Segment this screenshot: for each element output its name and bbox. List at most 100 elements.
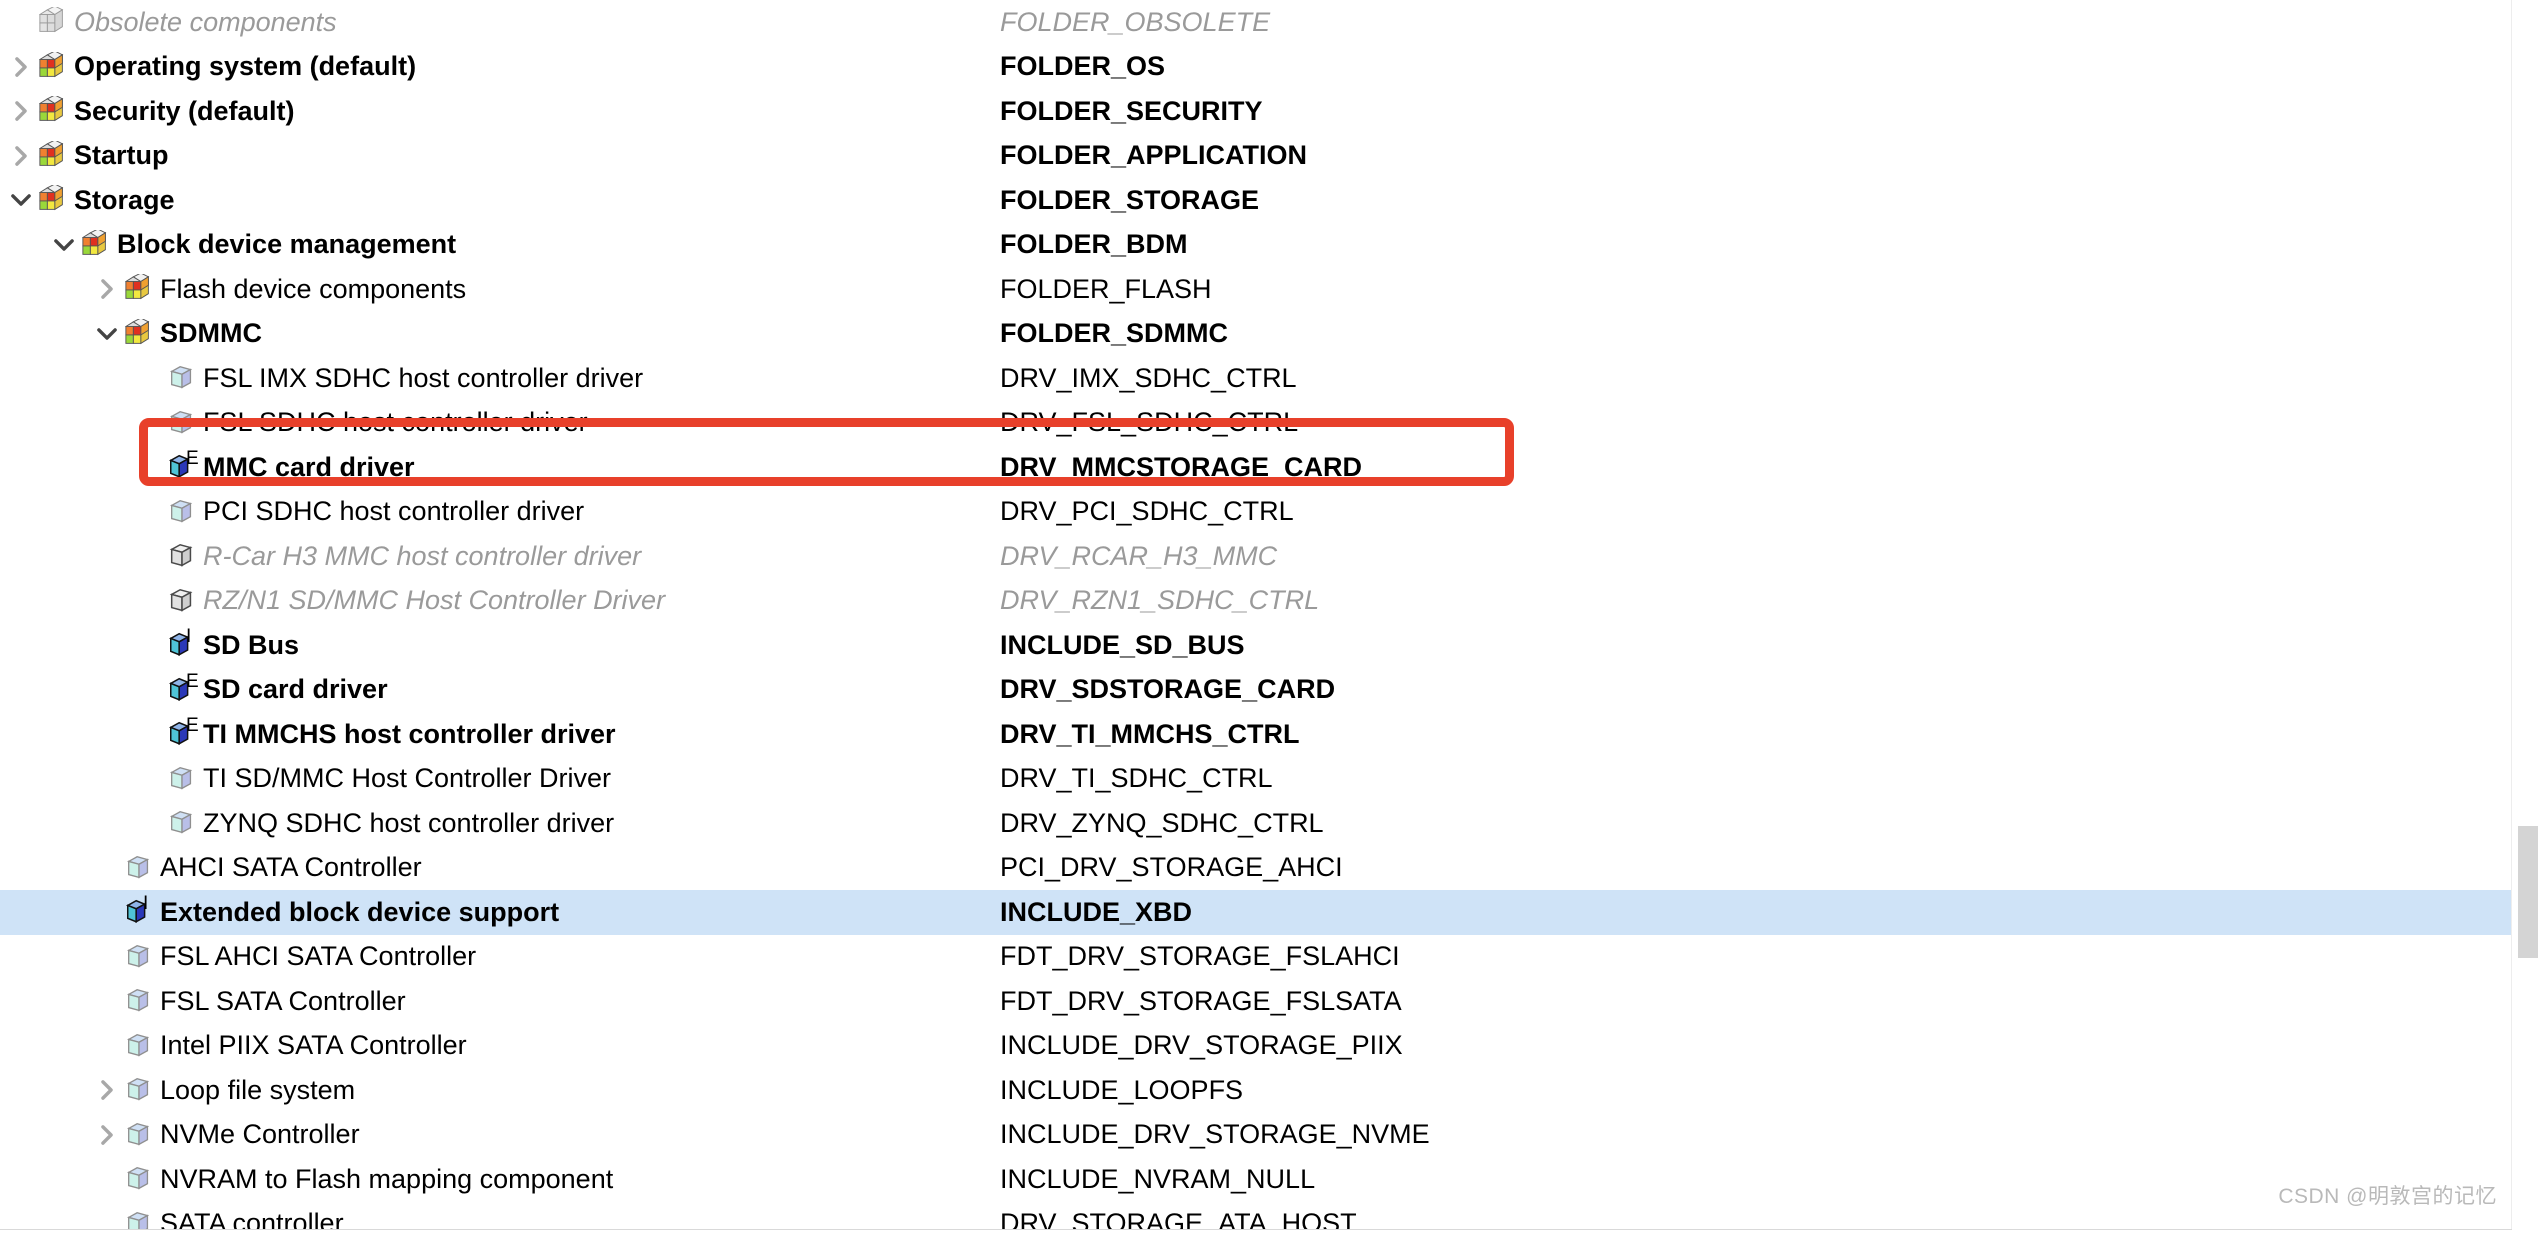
tree-row[interactable]: E TI MMCHS host controller driver DRV_TI_M… (0, 712, 2512, 757)
tree-row[interactable]: FSL IMX SDHC host controller driver DRV_I… (0, 356, 2512, 401)
tree-row-macro: INCLUDE_NVRAM_NULL (1000, 1163, 1316, 1194)
tree-row-label: Security (default) (74, 95, 295, 126)
tree-row-name-cell[interactable]: I SD Bus (0, 623, 1000, 668)
tree-row-macro: FOLDER_FLASH (1000, 273, 1212, 304)
horizontal-scrollbar[interactable] (0, 1229, 2512, 1240)
tree-row-name-cell[interactable]: E MMC card driver (0, 445, 1000, 490)
tree-row[interactable]: AHCI SATA Controller PCI_DRV_STORAGE_AHCI (0, 846, 2512, 891)
tree-row-macro: FDT_DRV_STORAGE_FSLSATA (1000, 985, 1402, 1016)
tree-row-label: Operating system (default) (74, 51, 417, 82)
tree-row[interactable]: I Extended block device support INCLUDE_XB… (0, 890, 2512, 935)
tree-row[interactable]: PCI SDHC host controller driver DRV_PCI_S… (0, 490, 2512, 535)
tree-row-macro: DRV_RCAR_H3_MMC (1000, 540, 1278, 571)
tree-row[interactable]: E SD card driver DRV_SDSTORAGE_CARD (0, 668, 2512, 713)
tree-row-name-cell[interactable]: RZ/N1 SD/MMC Host Controller Driver (0, 579, 1000, 624)
component-cube-icon-disabled (167, 586, 197, 616)
tree-row-label: R-Car H3 MMC host controller driver (203, 540, 642, 571)
tree-row[interactable]: E MMC card driver DRV_MMCSTORAGE_CARD (0, 445, 2512, 490)
tree-row[interactable]: FSL SDHC host controller driver DRV_FSL_S… (0, 401, 2512, 446)
tree-row-macro: FOLDER_STORAGE (1000, 184, 1260, 215)
chevron-right-icon[interactable] (8, 143, 34, 169)
folder-cube-icon (38, 183, 68, 215)
component-cube-icon (124, 942, 154, 972)
tree-row-name-cell[interactable]: PCI SDHC host controller driver (0, 490, 1000, 535)
tree-row[interactable]: TI SD/MMC Host Controller Driver DRV_TI_S… (0, 757, 2512, 802)
tree-row-name-cell[interactable]: FSL AHCI SATA Controller (0, 935, 1000, 980)
tree-row-name-cell[interactable]: Flash device components (0, 267, 1000, 312)
chevron-down-icon[interactable] (8, 187, 34, 213)
tree-row-macro: INCLUDE_DRV_STORAGE_PIIX (1000, 1030, 1403, 1061)
folder-cube-icon (38, 50, 68, 82)
tree-row[interactable]: NVRAM to Flash mapping component INCLUDE_… (0, 1157, 2512, 1202)
tree-row[interactable]: RZ/N1 SD/MMC Host Controller Driver DRV_R… (0, 579, 2512, 624)
tree-row-name-cell[interactable]: AHCI SATA Controller (0, 846, 1000, 891)
tree-row[interactable]: Storage FOLDER_STORAGE (0, 178, 2512, 223)
tree-row-label: Obsolete components (74, 6, 337, 37)
chevron-right-icon[interactable] (94, 276, 120, 302)
tree-row-name-cell[interactable]: FSL SDHC host controller driver (0, 401, 1000, 446)
tree-row-label: RZ/N1 SD/MMC Host Controller Driver (203, 585, 666, 616)
component-cube-icon (124, 1120, 154, 1150)
tree-row[interactable]: Intel PIIX SATA Controller INCLUDE_DRV_ST… (0, 1024, 2512, 1069)
chevron-down-icon[interactable] (94, 321, 120, 347)
tree-row-name-cell[interactable]: Operating system (default) (0, 45, 1000, 90)
tree-row[interactable]: Flash device components FOLDER_FLASH (0, 267, 2512, 312)
tree-row-macro: FOLDER_BDM (1000, 229, 1188, 260)
tree-row-macro: DRV_MMCSTORAGE_CARD (1000, 451, 1363, 482)
tree-row[interactable]: SDMMC FOLDER_SDMMC (0, 312, 2512, 357)
component-state-badge: E (186, 670, 199, 692)
tree-row-macro: DRV_RZN1_SDHC_CTRL (1000, 585, 1320, 616)
tree-row[interactable]: Obsolete components FOLDER_OBSOLETE (0, 0, 2512, 45)
tree-row[interactable]: FSL SATA Controller FDT_DRV_STORAGE_FSLSA… (0, 979, 2512, 1024)
tree-row[interactable]: Loop file system INCLUDE_LOOPFS (0, 1068, 2512, 1113)
tree-row-name-cell[interactable]: Loop file system (0, 1068, 1000, 1113)
tree-row-name-cell[interactable]: E SD card driver (0, 668, 1000, 713)
tree-row-name-cell[interactable]: Startup (0, 134, 1000, 179)
tree-row[interactable]: ZYNQ SDHC host controller driver DRV_ZYNQ… (0, 801, 2512, 846)
component-cube-icon (124, 1031, 154, 1061)
chevron-right-icon[interactable] (94, 1122, 120, 1148)
tree-row[interactable]: I SD Bus INCLUDE_SD_BUS (0, 623, 2512, 668)
tree-row-name-cell[interactable]: NVRAM to Flash mapping component (0, 1157, 1000, 1202)
tree-row-label: TI SD/MMC Host Controller Driver (203, 763, 612, 794)
tree-row-name-cell[interactable]: E TI MMCHS host controller driver (0, 712, 1000, 757)
chevron-right-icon[interactable] (8, 98, 34, 124)
tree-row[interactable]: FSL AHCI SATA Controller FDT_DRV_STORAGE_… (0, 935, 2512, 980)
tree-row-name-cell[interactable]: FSL SATA Controller (0, 979, 1000, 1024)
tree-row[interactable]: Startup FOLDER_APPLICATION (0, 134, 2512, 179)
tree-row-label: NVRAM to Flash mapping component (160, 1163, 614, 1194)
tree-row-name-cell[interactable]: TI SD/MMC Host Controller Driver (0, 757, 1000, 802)
tree-row-name-cell[interactable]: Storage (0, 178, 1000, 223)
component-cube-icon (167, 408, 197, 438)
folder-cube-icon (124, 317, 154, 349)
tree-row-name-cell[interactable]: Obsolete components (0, 0, 1000, 45)
folder-cube-icon (81, 228, 111, 260)
tree-row[interactable]: R-Car H3 MMC host controller driver DRV_R… (0, 534, 2512, 579)
tree-row-name-cell[interactable]: ZYNQ SDHC host controller driver (0, 801, 1000, 846)
tree-row-name-cell[interactable]: Security (default) (0, 89, 1000, 134)
tree-row-label: NVMe Controller (160, 1119, 360, 1150)
tree-row-label: Loop file system (160, 1074, 356, 1105)
tree-row[interactable]: Operating system (default) FOLDER_OS (0, 45, 2512, 90)
vertical-scrollbar-thumb[interactable] (2518, 826, 2538, 958)
chevron-right-icon[interactable] (94, 1077, 120, 1103)
tree-row-name-cell[interactable]: SDMMC (0, 312, 1000, 357)
tree-row-macro: FOLDER_APPLICATION (1000, 140, 1308, 171)
chevron-down-icon[interactable] (51, 232, 77, 258)
tree-row-name-cell[interactable]: R-Car H3 MMC host controller driver (0, 534, 1000, 579)
tree-row-label: FSL IMX SDHC host controller driver (203, 362, 644, 393)
tree-row[interactable]: Security (default) FOLDER_SECURITY (0, 89, 2512, 134)
tree-row-label: FSL SDHC host controller driver (203, 407, 588, 438)
tree-row-macro: FOLDER_SECURITY (1000, 95, 1263, 126)
tree-row-name-cell[interactable]: I Extended block device support (0, 890, 1000, 935)
tree-row-name-cell[interactable]: Intel PIIX SATA Controller (0, 1024, 1000, 1069)
tree-row-name-cell[interactable]: Block device management (0, 223, 1000, 268)
chevron-right-icon[interactable] (8, 54, 34, 80)
tree-row[interactable]: Block device management FOLDER_BDM (0, 223, 2512, 268)
tree-row[interactable]: NVMe Controller INCLUDE_DRV_STORAGE_NVME (0, 1113, 2512, 1158)
component-tree[interactable]: Obsolete components FOLDER_OBSOLETE Operat… (0, 0, 2512, 1240)
tree-row-label: Block device management (117, 229, 457, 260)
vertical-scrollbar[interactable] (2511, 0, 2543, 1240)
tree-row-name-cell[interactable]: FSL IMX SDHC host controller driver (0, 356, 1000, 401)
tree-row-name-cell[interactable]: NVMe Controller (0, 1113, 1000, 1158)
